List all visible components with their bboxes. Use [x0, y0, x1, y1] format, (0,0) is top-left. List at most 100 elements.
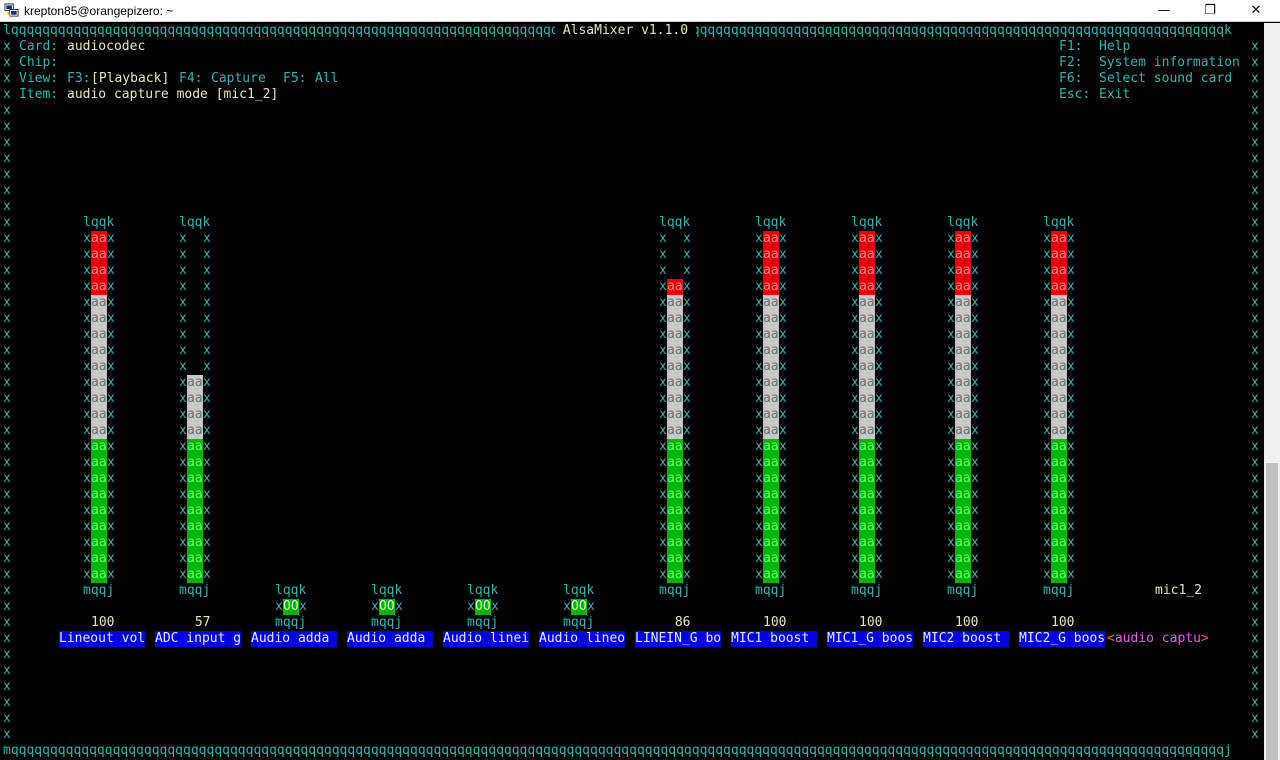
- volume-bar-segment[interactable]: aa: [955, 519, 971, 535]
- volume-bar-segment[interactable]: aa: [1051, 407, 1067, 423]
- volume-bar-segment[interactable]: aa: [187, 407, 203, 423]
- volume-bar-segment[interactable]: aa: [1051, 487, 1067, 503]
- volume-bar-segment[interactable]: aa: [1051, 503, 1067, 519]
- volume-bar-segment[interactable]: aa: [187, 423, 203, 439]
- volume-bar-segment[interactable]: aa: [91, 359, 107, 375]
- volume-bar-segment[interactable]: aa: [859, 391, 875, 407]
- control-label[interactable]: ADC input g: [155, 631, 242, 647]
- volume-bar-segment[interactable]: aa: [763, 247, 779, 263]
- control-label[interactable]: Audio linei: [443, 631, 530, 647]
- volume-bar-segment[interactable]: aa: [667, 311, 683, 327]
- window-titlebar[interactable]: krepton85@orangepizero: ~ — ❐ ✕: [0, 0, 1280, 22]
- volume-bar-segment[interactable]: aa: [955, 359, 971, 375]
- volume-bar-segment[interactable]: aa: [91, 423, 107, 439]
- volume-bar-segment[interactable]: aa: [91, 551, 107, 567]
- volume-bar-segment[interactable]: aa: [763, 359, 779, 375]
- volume-bar-segment[interactable]: aa: [955, 263, 971, 279]
- volume-bar-segment[interactable]: aa: [859, 423, 875, 439]
- volume-bar-segment[interactable]: aa: [763, 375, 779, 391]
- volume-bar-segment[interactable]: aa: [763, 231, 779, 247]
- volume-bar-segment[interactable]: aa: [1051, 279, 1067, 295]
- volume-bar-segment[interactable]: aa: [667, 567, 683, 583]
- volume-bar-segment[interactable]: aa: [763, 391, 779, 407]
- volume-bar-segment[interactable]: aa: [667, 295, 683, 311]
- volume-bar-segment[interactable]: aa: [859, 567, 875, 583]
- volume-bar-segment[interactable]: aa: [91, 535, 107, 551]
- volume-bar-segment[interactable]: aa: [667, 551, 683, 567]
- volume-bar-segment[interactable]: aa: [1051, 327, 1067, 343]
- volume-bar-segment[interactable]: aa: [667, 423, 683, 439]
- view-all-tab[interactable]: All: [315, 71, 338, 87]
- volume-bar-segment[interactable]: aa: [91, 231, 107, 247]
- volume-bar-segment[interactable]: aa: [1051, 471, 1067, 487]
- volume-bar-segment[interactable]: aa: [859, 551, 875, 567]
- switch-toggle[interactable]: OO: [379, 599, 395, 615]
- control-label[interactable]: Audio lineo: [539, 631, 626, 647]
- volume-bar-segment[interactable]: aa: [187, 439, 203, 455]
- maximize-button[interactable]: ❐: [1187, 0, 1233, 22]
- volume-bar-segment[interactable]: aa: [763, 423, 779, 439]
- volume-bar-segment[interactable]: aa: [1051, 263, 1067, 279]
- volume-bar-segment[interactable]: aa: [91, 455, 107, 471]
- volume-bar-segment[interactable]: aa: [187, 391, 203, 407]
- volume-bar-segment[interactable]: aa: [859, 471, 875, 487]
- control-label[interactable]: Audio adda: [251, 631, 338, 647]
- control-label[interactable]: MIC2 boost: [923, 631, 1010, 647]
- terminal-screen[interactable]: lqqqqqqqqqqqqqqqqqqqqqqqqqqqqqqqqqqqqqqq…: [0, 23, 1264, 760]
- volume-bar-segment[interactable]: aa: [1051, 391, 1067, 407]
- volume-bar-segment[interactable]: aa: [667, 279, 683, 295]
- volume-bar-segment[interactable]: aa: [955, 455, 971, 471]
- volume-bar-segment[interactable]: aa: [859, 503, 875, 519]
- volume-bar-segment[interactable]: aa: [1051, 231, 1067, 247]
- volume-bar-segment[interactable]: aa: [955, 295, 971, 311]
- volume-bar-segment[interactable]: aa: [955, 343, 971, 359]
- volume-bar-segment[interactable]: aa: [1051, 551, 1067, 567]
- volume-bar-segment[interactable]: aa: [187, 503, 203, 519]
- help-text[interactable]: Exit: [1099, 87, 1130, 103]
- volume-bar-segment[interactable]: aa: [955, 375, 971, 391]
- volume-bar-segment[interactable]: aa: [91, 391, 107, 407]
- volume-bar-segment[interactable]: aa: [763, 311, 779, 327]
- volume-bar-segment[interactable]: aa: [955, 311, 971, 327]
- volume-bar-segment[interactable]: aa: [667, 343, 683, 359]
- volume-bar-segment[interactable]: aa: [955, 551, 971, 567]
- selected-control-label[interactable]: <audio captu>: [1107, 631, 1209, 647]
- volume-bar-segment[interactable]: aa: [955, 407, 971, 423]
- volume-bar-segment[interactable]: aa: [955, 231, 971, 247]
- control-label[interactable]: MIC1_G boos: [827, 631, 914, 647]
- switch-toggle[interactable]: OO: [571, 599, 587, 615]
- volume-bar-segment[interactable]: aa: [1051, 423, 1067, 439]
- volume-bar-segment[interactable]: aa: [91, 375, 107, 391]
- volume-bar-segment[interactable]: aa: [91, 519, 107, 535]
- switch-toggle[interactable]: OO: [283, 599, 299, 615]
- volume-bar-segment[interactable]: aa: [1051, 455, 1067, 471]
- volume-bar-segment[interactable]: aa: [1051, 535, 1067, 551]
- volume-bar-segment[interactable]: aa: [859, 359, 875, 375]
- volume-bar-segment[interactable]: aa: [1051, 295, 1067, 311]
- volume-bar-segment[interactable]: aa: [1051, 439, 1067, 455]
- volume-bar-segment[interactable]: aa: [859, 327, 875, 343]
- volume-bar-segment[interactable]: aa: [91, 247, 107, 263]
- control-label[interactable]: MIC1 boost: [731, 631, 818, 647]
- volume-bar-segment[interactable]: aa: [667, 439, 683, 455]
- scrollbar-thumb[interactable]: [1266, 463, 1278, 760]
- volume-bar-segment[interactable]: aa: [667, 487, 683, 503]
- view-playback-tab[interactable]: [Playback]: [91, 71, 169, 87]
- volume-bar-segment[interactable]: aa: [859, 231, 875, 247]
- volume-bar-segment[interactable]: aa: [91, 311, 107, 327]
- volume-bar-segment[interactable]: aa: [955, 567, 971, 583]
- volume-bar-segment[interactable]: aa: [667, 455, 683, 471]
- volume-bar-segment[interactable]: aa: [955, 471, 971, 487]
- volume-bar-segment[interactable]: aa: [763, 263, 779, 279]
- volume-bar-segment[interactable]: aa: [763, 487, 779, 503]
- volume-bar-segment[interactable]: aa: [955, 391, 971, 407]
- volume-bar-segment[interactable]: aa: [859, 487, 875, 503]
- volume-bar-segment[interactable]: aa: [763, 551, 779, 567]
- volume-bar-segment[interactable]: aa: [187, 375, 203, 391]
- help-text[interactable]: System information: [1099, 55, 1240, 71]
- volume-bar-segment[interactable]: aa: [91, 343, 107, 359]
- volume-bar-segment[interactable]: aa: [91, 503, 107, 519]
- minimize-button[interactable]: —: [1141, 0, 1187, 22]
- volume-bar-segment[interactable]: aa: [859, 407, 875, 423]
- volume-bar-segment[interactable]: aa: [859, 535, 875, 551]
